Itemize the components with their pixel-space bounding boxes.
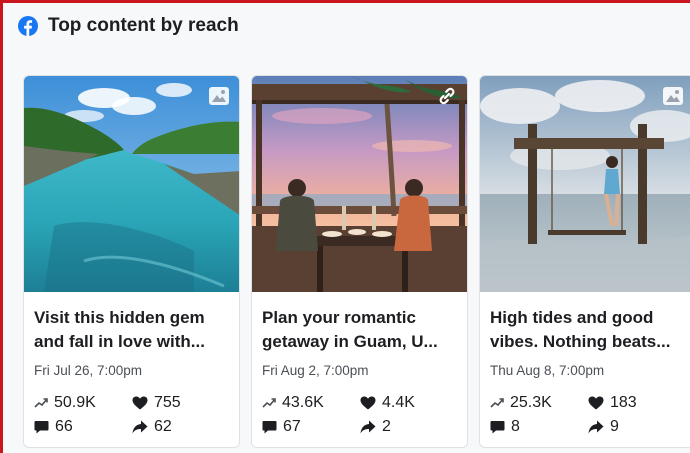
trend-up-icon [490,398,504,408]
reactions-stat: 4.4K [360,394,415,412]
post-thumbnail[interactable] [24,76,239,292]
share-arrow-icon [360,420,376,434]
post-thumbnail[interactable] [480,76,690,292]
shares-stat: 2 [360,418,391,436]
shares-value: 9 [610,418,619,435]
content-card[interactable]: High tides and good vibes. Nothing beats… [479,75,690,448]
reach-value: 43.6K [282,394,324,411]
comments-stat: 66 [34,418,73,436]
reactions-value: 183 [610,394,637,411]
share-arrow-icon [588,420,604,434]
comment-icon [34,421,49,434]
reach-value: 25.3K [510,394,552,411]
heart-icon [132,396,148,410]
shares-value: 2 [382,418,391,435]
photo-icon [209,87,229,105]
heart-icon [360,396,376,410]
reactions-value: 755 [154,394,181,411]
post-title: Visit this hidden gem and fall in love w… [34,308,205,351]
reach-stat: 25.3K [490,394,552,412]
content-card[interactable]: Visit this hidden gem and fall in love w… [23,75,240,448]
reach-value: 50.9K [54,394,96,411]
comments-value: 8 [511,418,520,435]
content-card[interactable]: Plan your romantic getaway in Guam, U...… [251,75,468,448]
reactions-stat: 755 [132,394,181,412]
reactions-stat: 183 [588,394,637,412]
photo-icon [663,87,683,105]
comments-stat: 67 [262,418,301,436]
shares-stat: 9 [588,418,619,436]
shares-value: 62 [154,418,172,435]
reactions-value: 4.4K [382,394,415,411]
content-card-list: Visit this hidden gem and fall in love w… [23,75,690,448]
section-header: Top content by reach [18,13,239,39]
report-panel: Top content by reach Visit this hidden g… [0,0,690,453]
shares-stat: 62 [132,418,172,436]
reach-stat: 43.6K [262,394,324,412]
post-date: Fri Jul 26, 7:00pm [34,363,143,378]
section-title: Top content by reach [48,15,239,36]
post-date: Thu Aug 8, 7:00pm [490,363,605,378]
post-date: Fri Aug 2, 7:00pm [262,363,369,378]
post-title: High tides and good vibes. Nothing beats… [490,308,671,351]
reach-stat: 50.9K [34,394,96,412]
comment-icon [490,421,505,434]
link-icon [439,87,455,105]
comment-icon [262,421,277,434]
facebook-logo-icon [18,16,38,36]
heart-icon [588,396,604,410]
comments-stat: 8 [490,418,520,436]
post-thumbnail[interactable] [252,76,467,292]
comments-value: 67 [283,418,301,435]
share-arrow-icon [132,420,148,434]
post-title: Plan your romantic getaway in Guam, U... [262,308,438,351]
comments-value: 66 [55,418,73,435]
trend-up-icon [262,398,276,408]
trend-up-icon [34,398,48,408]
